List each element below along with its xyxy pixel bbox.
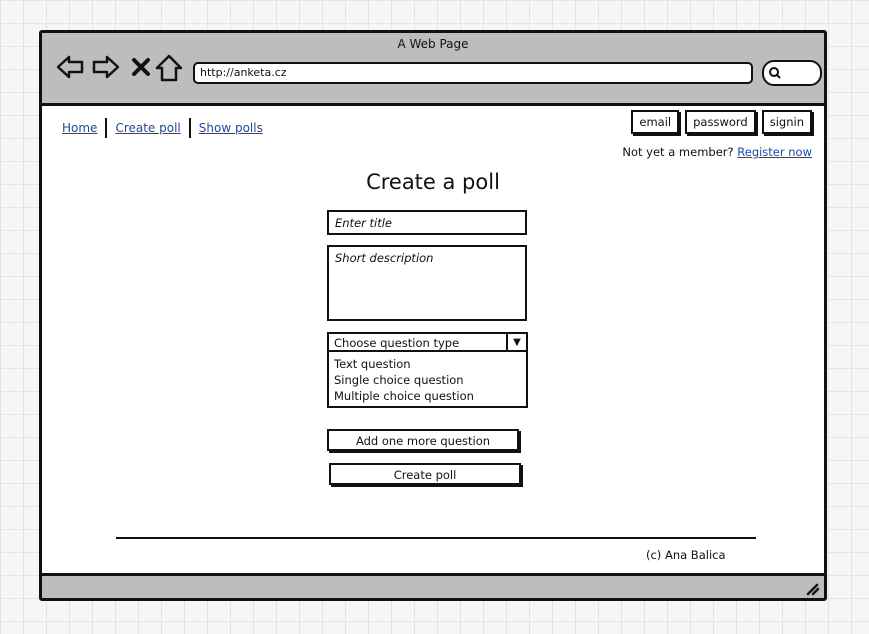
arrow-left-icon[interactable] bbox=[55, 53, 85, 81]
nav-separator bbox=[105, 118, 108, 138]
close-icon[interactable] bbox=[131, 53, 151, 81]
login-form: email password signin bbox=[631, 110, 812, 134]
member-prompt-text: Not yet a member? bbox=[622, 145, 734, 159]
chevron-down-icon[interactable]: ▼ bbox=[506, 334, 526, 352]
poll-description-textarea[interactable]: Short description bbox=[327, 245, 527, 321]
email-field[interactable]: email bbox=[631, 110, 680, 134]
top-nav: Home Create poll Show polls bbox=[62, 118, 263, 138]
option-single-choice[interactable]: Single choice question bbox=[334, 372, 521, 388]
poll-title-input[interactable]: Enter title bbox=[327, 210, 527, 235]
nav-link-home[interactable]: Home bbox=[62, 121, 97, 135]
resize-grip-icon[interactable] bbox=[804, 580, 820, 596]
register-link[interactable]: Register now bbox=[737, 145, 812, 159]
search-button[interactable] bbox=[762, 60, 822, 86]
arrow-right-icon[interactable] bbox=[91, 53, 121, 81]
home-icon[interactable] bbox=[155, 53, 183, 83]
browser-toolbar: A Web Page http://anketa.cz bbox=[42, 33, 824, 106]
status-bar bbox=[42, 573, 824, 598]
question-type-selected: Choose question type bbox=[334, 336, 460, 350]
browser-window: A Web Page http://anketa.cz Home Create … bbox=[39, 30, 827, 601]
signin-button[interactable]: signin bbox=[761, 110, 812, 134]
search-icon bbox=[769, 67, 781, 79]
option-multiple-choice[interactable]: Multiple choice question bbox=[334, 388, 521, 404]
footer-divider bbox=[116, 537, 756, 539]
create-poll-button[interactable]: Create poll bbox=[329, 463, 521, 485]
page-title: Create a poll bbox=[366, 170, 500, 194]
question-type-options: Text question Single choice question Mul… bbox=[327, 352, 528, 408]
url-bar[interactable]: http://anketa.cz bbox=[193, 62, 753, 84]
nav-link-show-polls[interactable]: Show polls bbox=[199, 121, 263, 135]
window-title: A Web Page bbox=[397, 37, 469, 51]
add-question-button[interactable]: Add one more question bbox=[327, 429, 519, 451]
nav-separator bbox=[188, 118, 191, 138]
copyright-text: (c) Ana Balica bbox=[646, 548, 726, 562]
register-prompt: Not yet a member? Register now bbox=[622, 145, 812, 159]
page-content: Home Create poll Show polls email passwo… bbox=[42, 106, 824, 573]
password-field[interactable]: password bbox=[685, 110, 756, 134]
option-text-question[interactable]: Text question bbox=[334, 356, 521, 372]
nav-link-create-poll[interactable]: Create poll bbox=[115, 121, 180, 135]
question-type-select[interactable]: Choose question type ▼ bbox=[327, 332, 528, 352]
